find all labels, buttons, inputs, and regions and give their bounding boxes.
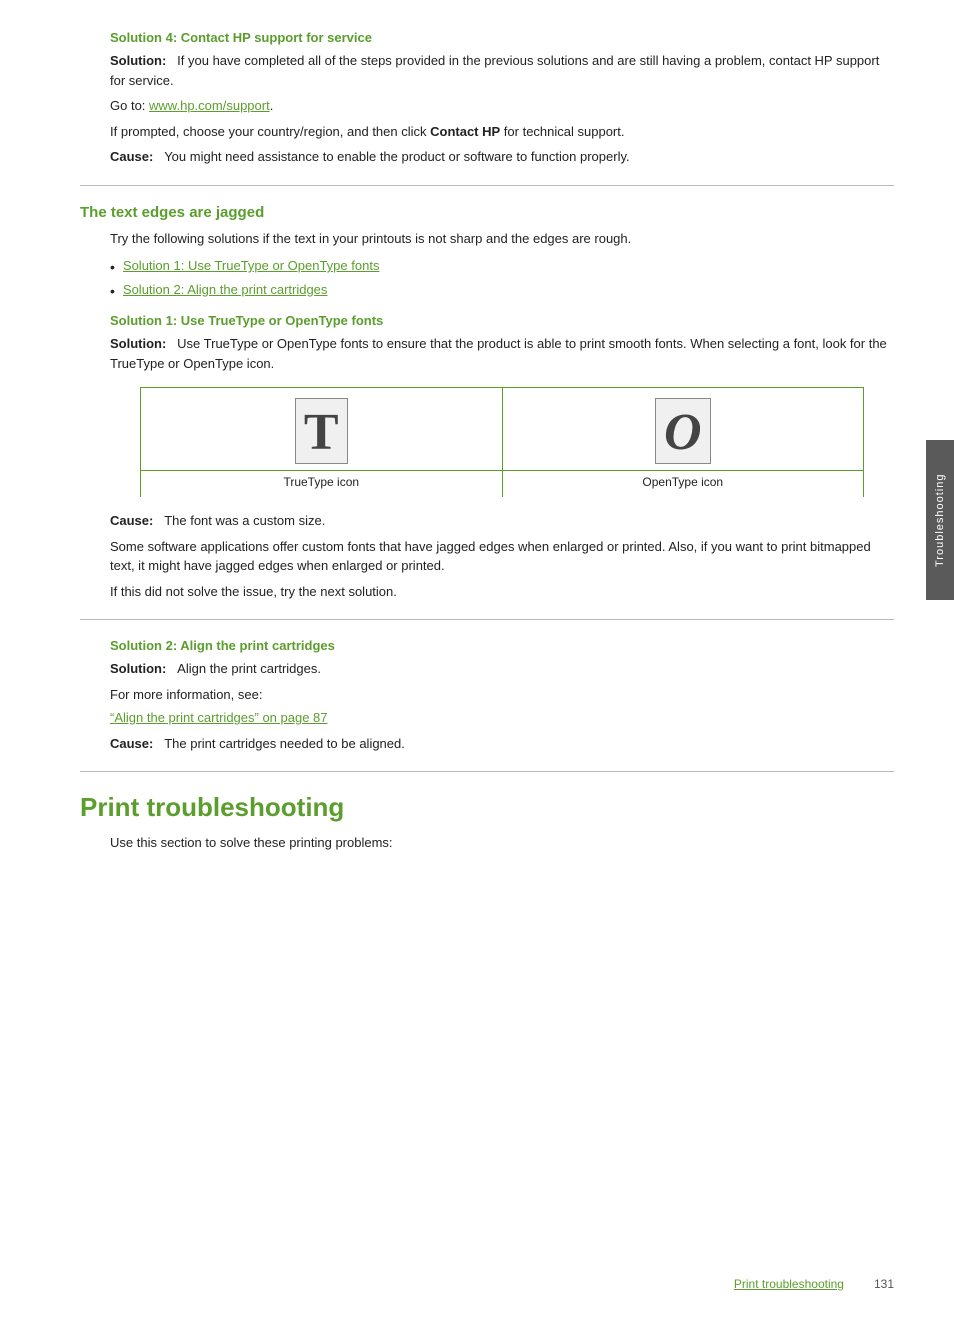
solution4-goto-link[interactable]: www.hp.com/support xyxy=(149,98,270,113)
side-tab: Troubleshooting xyxy=(926,440,954,600)
solution2-solution-body: Align the print cartridges. xyxy=(177,661,321,676)
solution4-prompted-text: If prompted, choose your country/region,… xyxy=(110,124,430,139)
solution2-block: Solution: Align the print cartridges. Fo… xyxy=(110,659,894,753)
jagged-heading: The text edges are jagged xyxy=(80,204,894,221)
solution2-cartridges-link[interactable]: “Align the print cartridges” on page 87 xyxy=(110,710,328,725)
solution2-cause-label: Cause: xyxy=(110,736,153,751)
truetype-label-cell: TrueType icon xyxy=(141,471,503,498)
solution4-goto-prefix: Go to: xyxy=(110,98,149,113)
solution2-link: “Align the print cartridges” on page 87 xyxy=(110,708,894,728)
jagged-intro: Try the following solutions if the text … xyxy=(110,229,894,249)
solution1-block: Solution: Use TrueType or OpenType fonts… xyxy=(110,334,894,601)
truetype-icon-cell: T xyxy=(141,388,503,471)
opentype-icon-char: O xyxy=(664,404,702,461)
solution4-cause: Cause: You might need assistance to enab… xyxy=(110,147,894,167)
jagged-section: The text edges are jagged Try the follow… xyxy=(80,204,894,602)
solution2-cause: Cause: The print cartridges needed to be… xyxy=(110,734,894,754)
solution2-solution-text: Solution: Align the print cartridges. xyxy=(110,659,894,679)
solution1-detail1: Some software applications offer custom … xyxy=(110,537,894,576)
solution4-cause-text: You might need assistance to enable the … xyxy=(164,149,629,164)
solution2-heading: Solution 2: Align the print cartridges xyxy=(110,638,894,653)
truetype-label: TrueType icon xyxy=(283,475,359,489)
solution4-goto: Go to: www.hp.com/support. xyxy=(110,96,894,116)
solution4-solution-body: If you have completed all of the steps p… xyxy=(110,53,879,88)
solution2-solution-label: Solution: xyxy=(110,661,166,676)
jagged-bullet-link-1[interactable]: Solution 1: Use TrueType or OpenType fon… xyxy=(123,258,380,273)
solution4-block: Solution: If you have completed all of t… xyxy=(110,51,894,167)
divider1 xyxy=(80,185,894,186)
font-icon-table: T O xyxy=(140,387,864,497)
solution4-section: Solution 4: Contact HP support for servi… xyxy=(80,30,894,167)
solution1-solution-label: Solution: xyxy=(110,336,166,351)
solution1-cause-text: The font was a custom size. xyxy=(164,513,325,528)
solution4-cause-label: Cause: xyxy=(110,149,153,164)
opentype-label-cell: OpenType icon xyxy=(502,471,864,498)
solution4-contact-hp: Contact HP xyxy=(430,124,500,139)
opentype-icon-box: O xyxy=(655,398,711,464)
solution1-cause-label: Cause: xyxy=(110,513,153,528)
jagged-bullet-link-2[interactable]: Solution 2: Align the print cartridges xyxy=(123,282,328,297)
print-troubleshooting-heading: Print troubleshooting xyxy=(80,792,894,823)
divider3 xyxy=(80,771,894,772)
page: Troubleshooting Solution 4: Contact HP s… xyxy=(0,0,954,1321)
opentype-icon: O xyxy=(523,398,844,464)
solution1-detail2: If this did not solve the issue, try the… xyxy=(110,582,894,602)
solution4-prompted: If prompted, choose your country/region,… xyxy=(110,122,894,142)
font-icon-label-row: TrueType icon OpenType icon xyxy=(141,471,864,498)
solution1-heading: Solution 1: Use TrueType or OpenType fon… xyxy=(110,313,894,328)
solution2-more-info: For more information, see: xyxy=(110,685,894,705)
divider2 xyxy=(80,619,894,620)
opentype-icon-cell: O xyxy=(502,388,864,471)
footer-link[interactable]: Print troubleshooting xyxy=(734,1277,844,1291)
solution4-solution-label: Solution: xyxy=(110,53,166,68)
footer: Print troubleshooting 131 xyxy=(734,1277,894,1291)
footer-page-number: 131 xyxy=(874,1277,894,1291)
opentype-label: OpenType icon xyxy=(642,475,723,489)
solution1-cause: Cause: The font was a custom size. xyxy=(110,511,894,531)
print-troubleshooting-intro: Use this section to solve these printing… xyxy=(110,833,894,853)
solution4-solution-text: Solution: If you have completed all of t… xyxy=(110,51,894,90)
side-tab-label: Troubleshooting xyxy=(934,473,946,566)
solution2-cause-text: The print cartridges needed to be aligne… xyxy=(164,736,405,751)
print-troubleshooting-section: Print troubleshooting Use this section t… xyxy=(80,792,894,853)
truetype-icon-box: T xyxy=(295,398,348,464)
jagged-bullet-list: Solution 1: Use TrueType or OpenType fon… xyxy=(110,258,894,301)
list-item: Solution 1: Use TrueType or OpenType fon… xyxy=(110,258,894,278)
solution4-prompted-suffix: for technical support. xyxy=(500,124,624,139)
list-item: Solution 2: Align the print cartridges xyxy=(110,282,894,302)
font-icon-row: T O xyxy=(141,388,864,471)
truetype-icon: T xyxy=(161,398,482,464)
solution4-heading: Solution 4: Contact HP support for servi… xyxy=(110,30,894,45)
solution2-section: Solution 2: Align the print cartridges S… xyxy=(80,638,894,753)
solution1-solution-text: Solution: Use TrueType or OpenType fonts… xyxy=(110,334,894,373)
solution1-solution-body: Use TrueType or OpenType fonts to ensure… xyxy=(110,336,887,371)
truetype-icon-char: T xyxy=(304,404,339,461)
